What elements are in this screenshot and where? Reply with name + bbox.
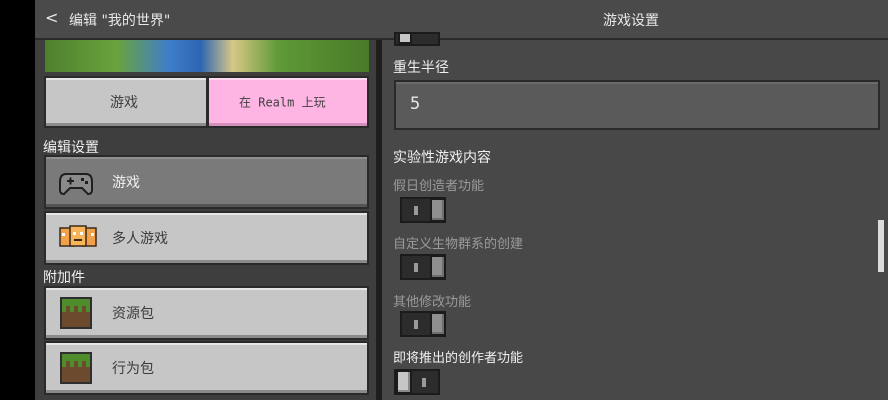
sidebar-item-game[interactable]: 游戏 bbox=[44, 155, 369, 209]
addons-label: 附加件 bbox=[43, 270, 85, 286]
settings-title: 游戏设置 bbox=[603, 13, 659, 29]
grass-block-icon bbox=[60, 297, 92, 329]
upcoming-creator-toggle[interactable] bbox=[394, 369, 440, 395]
other-modifications-label: 其他修改功能 bbox=[393, 295, 472, 310]
other-modifications-toggle[interactable] bbox=[400, 311, 446, 337]
partial-toggle[interactable] bbox=[394, 32, 440, 46]
edit-world-title: 编辑 "我的世界" bbox=[69, 13, 171, 29]
respawn-radius-label: 重生半径 bbox=[393, 60, 449, 76]
custom-biomes-toggle[interactable] bbox=[400, 254, 446, 280]
edit-settings-label: 编辑设置 bbox=[43, 140, 99, 156]
top-bar: < 编辑 "我的世界" 游戏设置 bbox=[35, 0, 888, 40]
respawn-radius-input[interactable]: 5 bbox=[394, 80, 880, 130]
toggle-knob bbox=[398, 32, 412, 44]
scrollbar[interactable] bbox=[878, 220, 884, 272]
play-button[interactable]: 游戏 bbox=[44, 76, 208, 128]
controller-icon bbox=[59, 173, 93, 196]
sidebar-item-multiplayer[interactable]: 多人游戏 bbox=[44, 211, 369, 265]
custom-biomes-label: 自定义生物群系的创建 bbox=[393, 237, 524, 252]
experimental-title: 实验性游戏内容 bbox=[393, 150, 491, 166]
multiplayer-icon bbox=[59, 225, 97, 247]
toggle-knob bbox=[396, 370, 412, 394]
world-thumbnail bbox=[45, 40, 369, 72]
toggle-knob bbox=[430, 198, 446, 222]
resource-packs-button[interactable]: 资源包 bbox=[44, 286, 369, 340]
holiday-creator-label: 假日创造者功能 bbox=[393, 179, 485, 194]
grass-block-icon bbox=[60, 352, 92, 384]
holiday-creator-toggle[interactable] bbox=[400, 197, 446, 223]
realm-button[interactable]: 在 Realm 上玩 bbox=[207, 76, 369, 128]
toggle-knob bbox=[430, 255, 446, 279]
toggle-knob bbox=[430, 312, 446, 336]
upcoming-creator-label: 即将推出的创作者功能 bbox=[393, 351, 524, 366]
back-arrow-icon[interactable]: < bbox=[45, 8, 58, 27]
left-panel: 游戏 在 Realm 上玩 编辑设置 游戏 多人游戏 附加件 资源包 行为包 bbox=[35, 40, 376, 400]
behavior-packs-button[interactable]: 行为包 bbox=[44, 341, 369, 395]
settings-panel: 重生半径 5 实验性游戏内容 假日创造者功能 自定义生物群系的创建 其他修改功能… bbox=[382, 32, 888, 400]
